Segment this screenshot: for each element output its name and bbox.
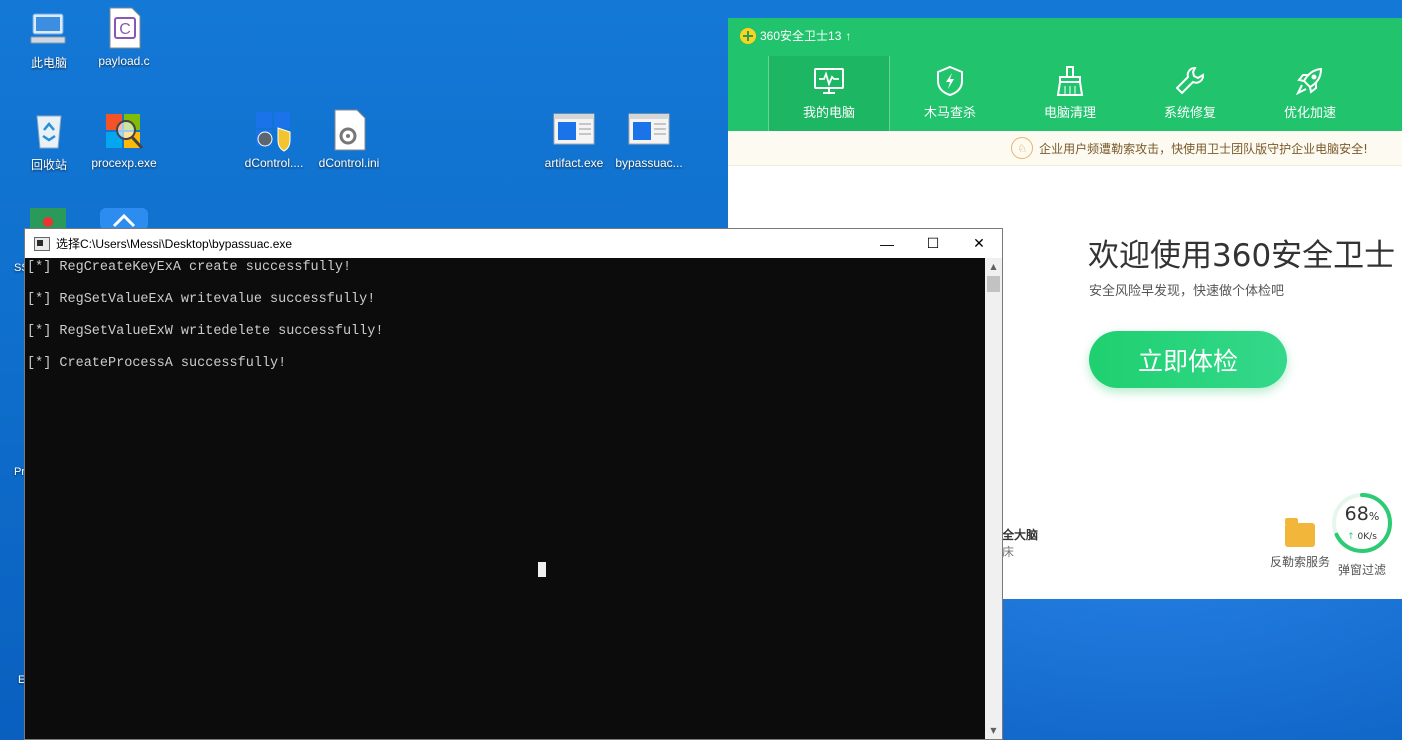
console-line: [*] RegSetValueExW writedelete successfu… bbox=[27, 324, 384, 339]
exe-window-icon bbox=[553, 113, 595, 145]
desktop-icon-label: dControl.... bbox=[244, 156, 304, 170]
lock-shield-icon: ♘ bbox=[1011, 137, 1034, 159]
app-360-header: 360安全卫士13 ↑ 我的电脑 木马查杀 电脑清理 系统修复 优化加速 bbox=[728, 18, 1402, 131]
tab-my-computer[interactable]: 我的电脑 bbox=[768, 56, 890, 131]
tab-label: 系统修复 bbox=[1163, 106, 1216, 121]
gauge-speed: ↑ 0K/s bbox=[1330, 532, 1394, 542]
app-360-nav: 我的电脑 木马查杀 电脑清理 系统修复 优化加速 bbox=[768, 56, 1370, 131]
console-output[interactable]: [*] RegCreateKeyExA create successfully!… bbox=[25, 258, 986, 739]
desktop-icon-payload[interactable]: C payload.c bbox=[82, 6, 166, 68]
desktop-icon-label: artifact.exe bbox=[544, 156, 604, 170]
app-360-title: 360安全卫士13 ↑ bbox=[740, 27, 851, 44]
tab-label: 我的电脑 bbox=[802, 106, 855, 121]
desktop-icon-label: payload.c bbox=[98, 54, 150, 68]
notice-text: 企业用户频遭勒索攻击，快使用卫士团队版守护企业电脑安全! bbox=[1039, 141, 1368, 156]
console-scrollbar[interactable]: ▲ ▼ bbox=[985, 258, 1002, 739]
settings-file-icon bbox=[334, 109, 366, 151]
gauge-percent-value: 68 bbox=[1344, 503, 1369, 525]
folder-lock-icon bbox=[1285, 518, 1315, 547]
desktop-icon-label: 此电脑 bbox=[30, 56, 67, 70]
rocket-icon bbox=[1295, 67, 1323, 96]
maximize-button[interactable]: ☐ bbox=[910, 229, 956, 258]
gauge-percent: 68% bbox=[1330, 503, 1394, 525]
ransomware-notice-banner[interactable]: ♘ 企业用户频遭勒索攻击，快使用卫士团队版守护企业电脑安全! bbox=[728, 131, 1402, 166]
tab-label: 优化加速 bbox=[1283, 106, 1336, 121]
console-line: [*] RegCreateKeyExA create successfully! bbox=[27, 260, 352, 275]
start-checkup-button[interactable]: 立即体检 bbox=[1089, 331, 1287, 388]
app-icon[interactable] bbox=[100, 208, 148, 230]
desktop-icon-label: dControl.ini bbox=[318, 156, 380, 170]
broom-icon bbox=[1056, 66, 1084, 96]
desktop-icon-bypassuac[interactable]: bypassuac... bbox=[607, 108, 691, 170]
desktop-icon-label: 回收站 bbox=[30, 158, 67, 172]
console-line: [*] CreateProcessA successfully! bbox=[27, 356, 287, 371]
gauge-percent-unit: % bbox=[1368, 510, 1380, 523]
desktop-icon-label: procexp.exe bbox=[91, 156, 157, 170]
tab-optimize[interactable]: 优化加速 bbox=[1250, 56, 1370, 131]
console-titlebar[interactable]: 选择C:\Users\Messi\Desktop\bypassuac.exe —… bbox=[25, 229, 1002, 258]
tab-label: 电脑清理 bbox=[1043, 106, 1096, 121]
tab-trojan-scan[interactable]: 木马查杀 bbox=[890, 56, 1010, 131]
exe-window-icon bbox=[628, 113, 670, 145]
upgrade-arrow-icon[interactable]: ↑ bbox=[845, 29, 851, 43]
service-label: 反勒索服务 bbox=[1269, 555, 1330, 569]
security-brain-label[interactable]: 全大脑 床 bbox=[1002, 526, 1038, 560]
up-arrow-icon: ↑ bbox=[1347, 532, 1355, 542]
welcome-subtitle: 安全风险早发现，快速做个体检吧 bbox=[1089, 284, 1285, 299]
360-logo-icon bbox=[740, 27, 756, 44]
gauge-label: 弹窗过滤 bbox=[1337, 563, 1386, 577]
monitor-pulse-icon bbox=[814, 68, 844, 94]
desktop-icon-label: bypassuac... bbox=[615, 156, 683, 170]
c-file-icon: C bbox=[109, 7, 141, 49]
scrollbar-thumb[interactable] bbox=[987, 276, 1000, 292]
wrench-icon bbox=[1175, 67, 1205, 95]
tab-cleanup[interactable]: 电脑清理 bbox=[1010, 56, 1130, 131]
text-cursor bbox=[538, 562, 546, 577]
scroll-up-arrow-icon[interactable]: ▲ bbox=[985, 258, 1002, 275]
desktop-icon-dcontrol[interactable]: dControl.... bbox=[232, 108, 316, 170]
close-button[interactable]: ✕ bbox=[956, 229, 1002, 258]
app-360-title-text: 360安全卫士13 bbox=[760, 29, 842, 43]
minimize-button[interactable]: — bbox=[864, 229, 910, 258]
desktop-icon-dcontrol-ini[interactable]: dControl.ini bbox=[307, 108, 391, 170]
security-brain-text: 全大脑 bbox=[1002, 528, 1039, 542]
security-brain-subtext: 床 bbox=[1002, 545, 1015, 559]
console-window: 选择C:\Users\Messi\Desktop\bypassuac.exe —… bbox=[24, 228, 1003, 740]
tab-system-repair[interactable]: 系统修复 bbox=[1130, 56, 1250, 131]
procexp-icon bbox=[106, 114, 144, 150]
gauge-speed-value: 0K/s bbox=[1357, 532, 1377, 542]
computer-icon bbox=[30, 13, 66, 44]
console-line: [*] RegSetValueExA writevalue successful… bbox=[27, 292, 376, 307]
desktop-icon-recycle-bin[interactable]: 回收站 bbox=[7, 108, 91, 173]
desktop-icon-this-pc[interactable]: 此电脑 bbox=[7, 6, 91, 71]
recycle-bin-icon bbox=[36, 115, 62, 149]
console-title: 选择C:\Users\Messi\Desktop\bypassuac.exe bbox=[56, 237, 293, 251]
desktop-icon-artifact[interactable]: artifact.exe bbox=[532, 108, 616, 170]
dcontrol-shield-icon bbox=[256, 112, 291, 152]
shield-bolt-icon bbox=[937, 65, 963, 97]
scroll-down-arrow-icon[interactable]: ▼ bbox=[985, 722, 1002, 739]
console-app-icon bbox=[34, 236, 50, 251]
welcome-heading: 欢迎使用360安全卫士 bbox=[1088, 238, 1396, 274]
desktop-icon-procexp[interactable]: procexp.exe bbox=[82, 108, 166, 170]
tab-label: 木马查杀 bbox=[923, 106, 976, 121]
shield-app-icon[interactable] bbox=[26, 208, 70, 230]
window-controls: — ☐ ✕ bbox=[864, 229, 1002, 258]
anti-ransom-service[interactable]: 反勒索服务 bbox=[1268, 518, 1332, 570]
popup-filter-gauge[interactable]: 68% ↑ 0K/s 弹窗过滤 bbox=[1330, 491, 1394, 578]
svg-text:C: C bbox=[119, 21, 131, 38]
